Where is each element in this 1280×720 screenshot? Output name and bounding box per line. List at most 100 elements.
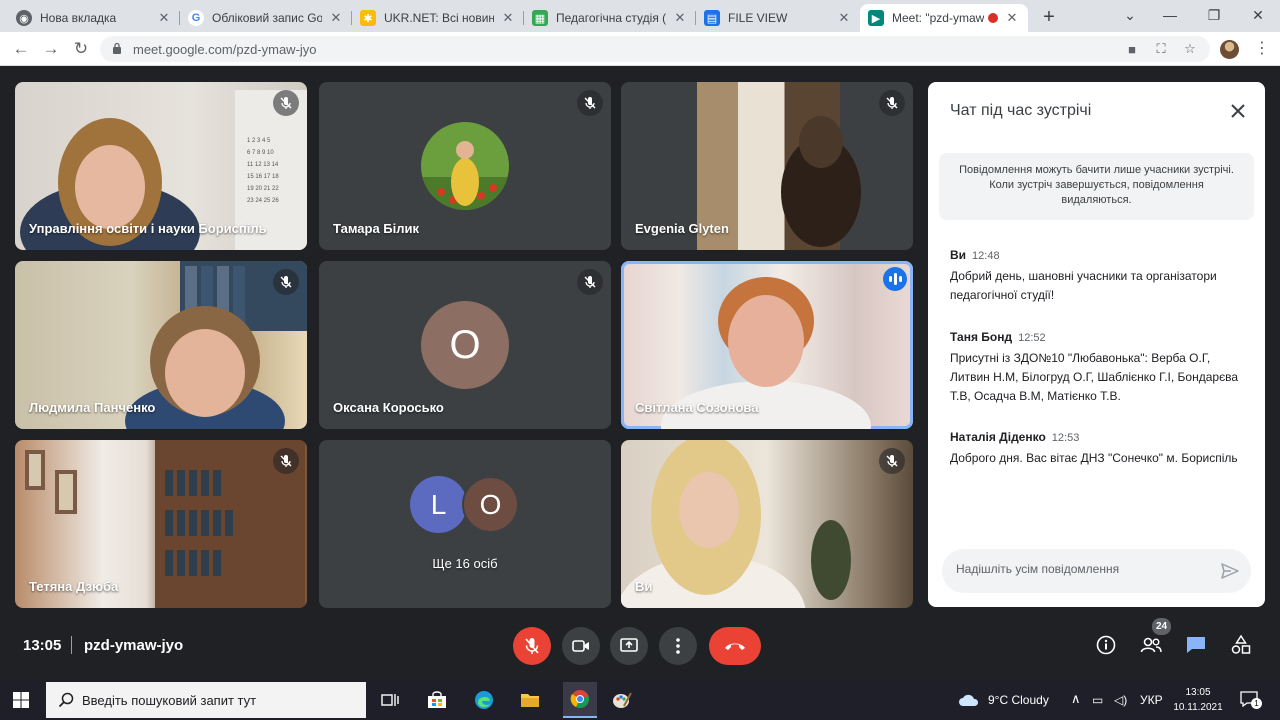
- activities-button[interactable]: [1228, 632, 1254, 658]
- self-tile[interactable]: Ви: [621, 440, 913, 608]
- mic-off-icon: [879, 90, 905, 116]
- participant-name: Людмила Панченко: [29, 400, 156, 415]
- participant-tile[interactable]: O Оксана Коросько: [319, 261, 611, 429]
- search-icon: [58, 692, 74, 708]
- participant-name: Тетяна Дзюба: [29, 579, 119, 594]
- lock-icon: [113, 42, 121, 54]
- chevron-up-icon[interactable]: ∧: [1071, 691, 1081, 707]
- people-icon: [1140, 637, 1162, 653]
- edge-browser-icon[interactable]: [472, 688, 496, 712]
- new-tab-button[interactable]: +: [1038, 6, 1060, 28]
- participant-name: Управління освіти і науки Бориспіль: [29, 221, 267, 236]
- camera-icon[interactable]: ■: [1124, 41, 1140, 57]
- close-icon[interactable]: ✕: [328, 10, 344, 26]
- tab-search-icon[interactable]: ⌄: [1108, 0, 1152, 30]
- forward-arrow-icon[interactable]: →: [40, 38, 62, 60]
- taskbar-clock[interactable]: 13:05 10.11.2021: [1168, 685, 1228, 715]
- chat-message: Ви 12:48 Добрий день, шановні учасники та…: [950, 246, 1250, 305]
- participant-avatar: O: [462, 476, 519, 533]
- chrome-taskbar-icon[interactable]: [563, 682, 597, 718]
- sheets-icon: ▦: [532, 10, 548, 26]
- participant-name: Тамара Білик: [333, 221, 420, 236]
- more-options-button[interactable]: [659, 627, 697, 665]
- file-explorer-icon[interactable]: [518, 688, 542, 712]
- message-time: 12:48: [972, 250, 1000, 262]
- restore-icon[interactable]: ❐: [1192, 0, 1236, 30]
- participant-tile[interactable]: Тамара Білик: [319, 82, 611, 250]
- paint-app-icon[interactable]: [610, 688, 634, 712]
- speaking-indicator-icon: [883, 267, 907, 291]
- weather-text[interactable]: 9°C Cloudy: [988, 693, 1049, 707]
- participant-tile-active-speaker[interactable]: Світлана Созонова: [621, 261, 913, 429]
- notifications-icon[interactable]: 1: [1240, 691, 1262, 709]
- close-icon[interactable]: ✕: [500, 10, 516, 26]
- reload-icon[interactable]: ↻: [70, 38, 92, 60]
- participant-tile[interactable]: Людмила Панченко: [15, 261, 307, 429]
- notification-count: 1: [1251, 698, 1262, 709]
- tab-title: Meet: "pzd-ymaw: [892, 11, 984, 25]
- profile-avatar[interactable]: [1220, 40, 1239, 59]
- chat-panel: Чат під час зустрічі Повідомлення можуть…: [928, 82, 1265, 607]
- message-text: Доброго дня. Вас вітає ДНЗ "Сонечко" м. …: [950, 451, 1238, 465]
- task-view-icon[interactable]: [378, 688, 402, 712]
- taskbar-search-box[interactable]: Введіть пошуковий запит тут: [46, 682, 366, 718]
- participant-tile[interactable]: Evgenia Glyten: [621, 82, 913, 250]
- tab-file-view[interactable]: ▤ FILE VIEW ✕: [696, 4, 860, 32]
- windows-start-icon[interactable]: [13, 692, 29, 708]
- participant-avatar-photo: [421, 122, 509, 210]
- participant-tile[interactable]: 1 2 3 4 5 6 7 8 9 10 11 12 13 14 15 16 17 …: [15, 82, 307, 250]
- close-icon[interactable]: ✕: [672, 10, 688, 26]
- send-icon[interactable]: [1219, 560, 1241, 582]
- browser-tab-bar: ◉ Нова вкладка ✕ G Обліковий запис Goo ✕…: [0, 0, 1280, 32]
- chrome-newtab-icon: ◉: [16, 10, 32, 26]
- windows-taskbar: Введіть пошуковий запит тут 9°C Cloudy ∧…: [0, 680, 1280, 720]
- close-icon[interactable]: ✕: [156, 10, 172, 26]
- meeting-details-button[interactable]: [1093, 632, 1119, 658]
- omnibox[interactable]: meet.google.com/pzd-ymaw-jyo ■ ⛶ ☆: [100, 36, 1210, 62]
- others-tile[interactable]: L O Ще 16 осіб: [319, 440, 611, 608]
- tab-ukrnet[interactable]: ✱ UKR.NET: Всі новини ✕: [352, 4, 524, 32]
- close-icon[interactable]: ✕: [1004, 10, 1020, 26]
- language-indicator[interactable]: УКР: [1140, 693, 1163, 707]
- participant-name: Оксана Коросько: [333, 400, 444, 415]
- browser-menu-icon[interactable]: ⋮: [1254, 40, 1270, 58]
- video-camera-icon: [572, 640, 589, 652]
- close-icon[interactable]: [1227, 100, 1249, 122]
- more-vert-icon: [676, 638, 680, 654]
- mic-toggle-button[interactable]: [513, 627, 551, 665]
- tab-google-account[interactable]: G Обліковий запис Goo ✕: [180, 4, 352, 32]
- window-close-icon[interactable]: ✕: [1236, 0, 1280, 30]
- mic-off-icon: [273, 269, 299, 295]
- message-sender: Таня Бонд: [950, 330, 1013, 344]
- avatar-initial: L: [430, 488, 447, 520]
- present-screen-button[interactable]: [610, 627, 648, 665]
- participants-button[interactable]: [1138, 632, 1164, 658]
- tab-pedagogical-studio[interactable]: ▦ Педагогічна студія (з ✕: [524, 4, 696, 32]
- back-arrow-icon[interactable]: ←: [10, 38, 32, 60]
- bookmark-star-icon[interactable]: ☆: [1182, 41, 1198, 57]
- chat-button[interactable]: [1183, 632, 1209, 658]
- tab-new-tab[interactable]: ◉ Нова вкладка ✕: [8, 4, 180, 32]
- camera-toggle-button[interactable]: [562, 627, 600, 665]
- tab-meet[interactable]: ▶ Meet: "pzd-ymaw ✕: [860, 4, 1028, 32]
- close-icon[interactable]: ✕: [836, 10, 852, 26]
- hang-up-button[interactable]: [709, 627, 761, 665]
- tab-title: Нова вкладка: [40, 11, 117, 25]
- chat-input-box: [942, 549, 1251, 593]
- taskbar-date: 10.11.2021: [1173, 702, 1223, 713]
- volume-icon[interactable]: ◁): [1114, 693, 1127, 707]
- chat-message-input[interactable]: [956, 562, 1206, 576]
- message-sender: Ви: [950, 248, 967, 262]
- svg-text:6 7 8 9 10: 6 7 8 9 10: [247, 150, 274, 156]
- participant-name: Світлана Созонова: [635, 400, 759, 415]
- minimize-icon[interactable]: —: [1148, 0, 1192, 30]
- participant-tile[interactable]: Тетяна Дзюба: [15, 440, 307, 608]
- battery-icon[interactable]: ▭: [1092, 693, 1103, 707]
- tab-title: Обліковий запис Goo: [212, 11, 322, 25]
- microsoft-store-icon[interactable]: [425, 688, 449, 712]
- address-bar-row: ← → ↻ meet.google.com/pzd-ymaw-jyo ■ ⛶ ☆…: [0, 32, 1280, 66]
- chat-notice: Повідомлення можуть бачити лише учасники…: [939, 153, 1254, 220]
- translate-icon[interactable]: ⛶: [1153, 41, 1169, 57]
- mic-off-icon: [879, 448, 905, 474]
- taskbar-time: 13:05: [1185, 687, 1211, 698]
